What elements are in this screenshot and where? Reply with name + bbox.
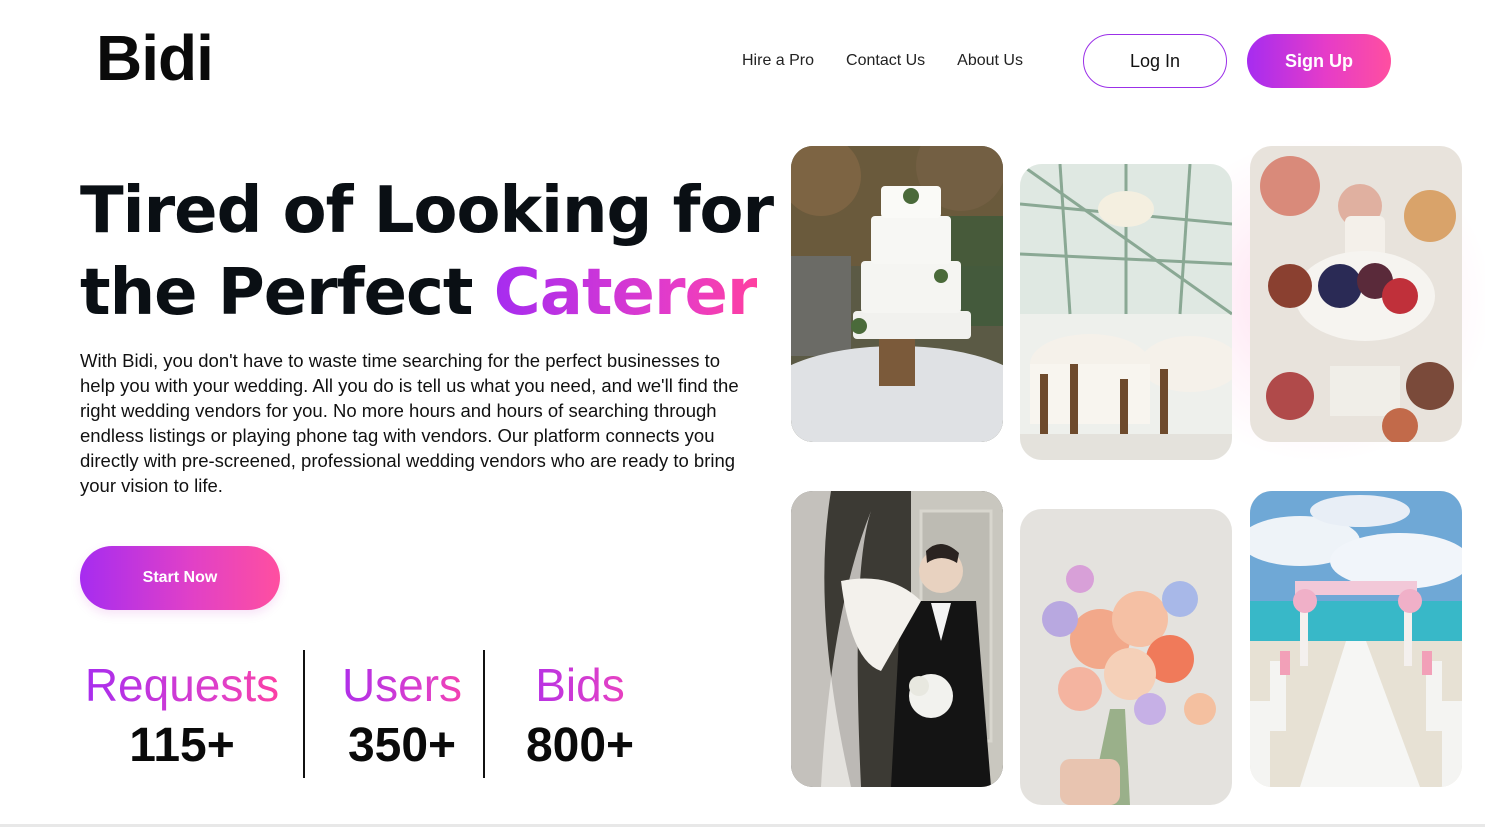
hero-title-line2: the Perfect (80, 256, 494, 330)
stat-bids-label: Bids (500, 655, 660, 715)
stat-users-label: Users (324, 655, 480, 715)
hero-description: With Bidi, you don't have to waste time … (80, 350, 739, 496)
beach-ceremony-photo (1250, 491, 1462, 787)
wedding-cake-photo (791, 146, 1003, 442)
bride-groom-photo (791, 491, 1003, 787)
nav-about-us[interactable]: About Us (957, 52, 1023, 70)
start-now-button[interactable]: Start Now (80, 546, 280, 610)
login-button[interactable]: Log In (1083, 34, 1227, 88)
stat-users: Users 350+ (324, 655, 480, 777)
signup-button[interactable]: Sign Up (1247, 34, 1391, 88)
stat-requests: Requests 115+ (80, 655, 284, 777)
hero-title: Tired of Looking for the Perfect Caterer (80, 170, 774, 334)
hero-title-line1: Tired of Looking for (80, 174, 774, 248)
nav-hire-a-pro[interactable]: Hire a Pro (742, 52, 814, 70)
stat-users-value: 350+ (347, 719, 457, 772)
stat-bids: Bids 800+ (500, 655, 660, 777)
logo[interactable]: Bidi (96, 26, 214, 90)
nav-contact-us[interactable]: Contact Us (846, 52, 925, 70)
charcuterie-board-photo (1250, 146, 1462, 442)
stat-divider (483, 650, 485, 778)
hero-title-highlight: Caterer (493, 256, 759, 330)
flower-bouquet-photo (1020, 509, 1232, 805)
stat-divider (303, 650, 305, 778)
stat-requests-value: 115+ (129, 719, 235, 772)
stat-bids-value: 800+ (525, 719, 635, 772)
main-nav: Hire a Pro Contact Us About Us (742, 52, 1023, 70)
stat-requests-label: Requests (80, 655, 284, 715)
greenhouse-venue-photo (1020, 164, 1232, 460)
